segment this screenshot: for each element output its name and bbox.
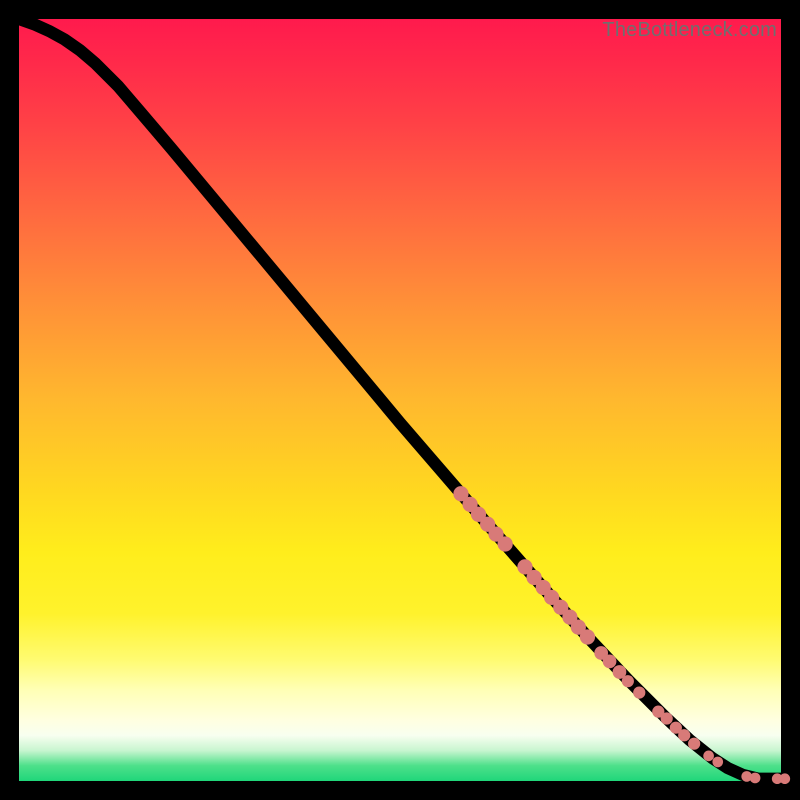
data-point (678, 729, 690, 741)
data-point (750, 773, 761, 784)
data-point (779, 773, 790, 784)
bottleneck-curve (19, 19, 781, 779)
data-point (622, 675, 634, 687)
data-point (661, 712, 673, 724)
data-point (703, 751, 714, 762)
data-point (712, 757, 723, 768)
chart-svg (19, 19, 781, 781)
data-markers (453, 486, 790, 784)
data-point (688, 738, 700, 750)
chart-area: TheBottleneck.com (19, 19, 781, 781)
data-point (603, 655, 617, 669)
data-point (498, 536, 513, 551)
data-point (580, 629, 595, 644)
data-point (633, 687, 645, 699)
